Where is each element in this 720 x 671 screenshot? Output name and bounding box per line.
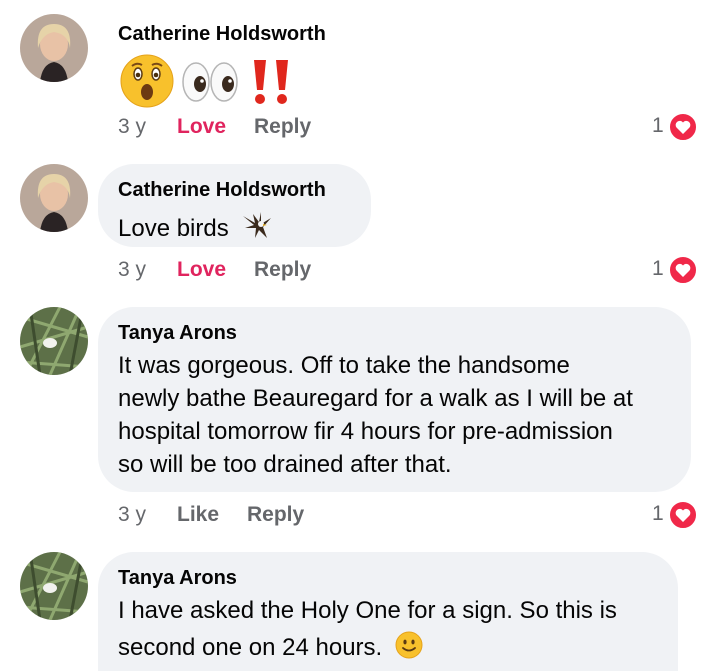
slightly-smiling-face-icon [395,631,423,659]
comment-bubble: Catherine Holdsworth Love birds [98,164,371,247]
comment-timestamp[interactable]: 3 y [118,503,146,527]
eagle-icon [243,212,272,238]
reply-button[interactable]: Reply [254,115,311,139]
reaction-count: 1 [652,114,664,137]
avatar[interactable] [20,164,88,232]
eyes-icon [182,62,238,102]
reaction-count: 1 [652,502,664,525]
comment-text: Love birds [118,206,273,245]
comment-text-line: second one on 24 hours. [118,627,617,664]
comment-text: I have asked the Holy One for a sign. So… [118,594,617,664]
heart-icon [668,500,698,530]
comment-author[interactable]: Catherine Holdsworth [118,179,326,202]
avatar[interactable] [20,552,88,620]
comment-timestamp[interactable]: 3 y [118,258,146,282]
avatar[interactable] [20,307,88,375]
heart-icon [668,112,698,142]
reply-button[interactable]: Reply [247,503,304,527]
comment-author[interactable]: Tanya Arons [118,567,237,590]
comment-thread: Catherine Holdsworth 3 y Love Reply 1 Ca… [0,0,720,671]
comment-timestamp[interactable]: 3 y [118,115,146,139]
avatar[interactable] [20,14,88,82]
like-button[interactable]: Like [177,503,219,527]
comment-text-line: hospital tomorrow fir 4 hours for pre-ad… [118,418,613,445]
reply-button[interactable]: Reply [254,258,311,282]
heart-icon [668,255,698,285]
reaction-count: 1 [652,257,664,280]
love-button[interactable]: Love [177,115,226,139]
comment-author[interactable]: Tanya Arons [118,322,237,345]
love-button[interactable]: Love [177,258,226,282]
double-exclamation-icon [254,60,288,104]
astonished-face-icon [120,54,174,108]
comment-text-line: so will be too drained after that. [118,451,452,478]
comment-text-line: I have asked the Holy One for a sign. So… [118,597,617,624]
comment-text: It was gorgeous. Off to take the handsom… [118,349,633,481]
comment-bubble: Tanya Arons It was gorgeous. Off to take… [98,307,691,492]
comment-text-line: It was gorgeous. Off to take the handsom… [118,352,570,379]
comment-author[interactable]: Catherine Holdsworth [118,23,326,46]
comment-text-line: newly bathe Beauregard for a walk as I w… [118,385,633,412]
comment-bubble: Tanya Arons I have asked the Holy One fo… [98,552,678,671]
